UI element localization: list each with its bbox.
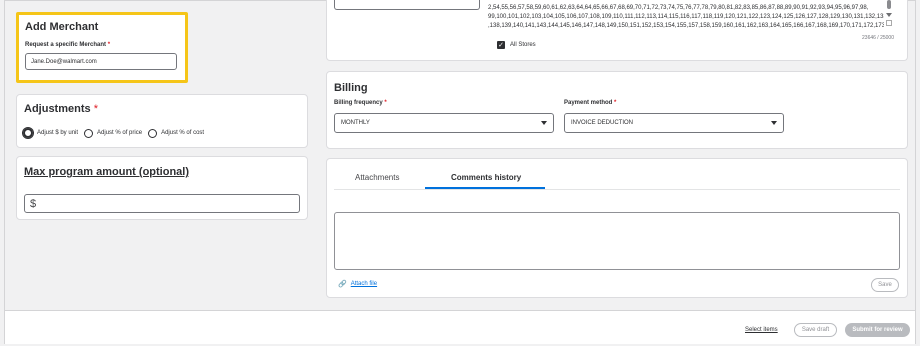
save-draft-button[interactable]: Save draft [794, 323, 837, 337]
add-merchant-card: Add Merchant Request a specific Merchant… [16, 12, 188, 83]
billing-title: Billing [334, 82, 368, 94]
footer-bar: Select items Save draft Submit for revie… [5, 310, 915, 344]
billing-frequency-select[interactable]: MONTHLY [334, 113, 554, 133]
radio-adjust-price[interactable]: Adjust % of price [84, 128, 142, 138]
radio-selected-icon [23, 128, 33, 138]
stores-input-partial[interactable] [334, 0, 480, 10]
radio-icon [148, 128, 158, 138]
submit-for-review-button[interactable]: Submit for review [845, 323, 910, 337]
radio-icon [84, 128, 94, 138]
max-program-amount-input[interactable]: $ [24, 194, 300, 213]
all-stores-checkbox[interactable]: ✓ All Stores [497, 41, 536, 49]
comment-textarea[interactable] [334, 212, 900, 270]
checkbox-checked-icon: ✓ [497, 41, 505, 49]
max-program-card: Max program amount (optional) $ [16, 156, 308, 220]
tab-bar: Attachments Comments history [334, 165, 900, 190]
comments-card: Attachments Comments history 🔗 Attach fi… [326, 158, 908, 298]
resize-handle-icon[interactable] [886, 20, 892, 26]
billing-card: Billing Billing frequency * MONTHLY Paym… [326, 71, 908, 149]
merchant-email-input[interactable]: Jane.Doe@walmart.com [25, 53, 177, 70]
max-program-title: Max program amount (optional) [24, 166, 189, 178]
stores-card: 2,54,55,56,57,58,59,60,61,62,63,64,64,65… [326, 0, 908, 61]
tab-comments-history[interactable]: Comments history [451, 173, 521, 182]
chevron-down-icon [541, 121, 547, 125]
radio-adjust-unit[interactable]: Adjust $ by unit [23, 128, 78, 138]
paperclip-icon: 🔗 [338, 280, 347, 288]
save-comment-button[interactable]: Save [871, 278, 899, 292]
attach-file-link[interactable]: 🔗 Attach file [338, 280, 377, 288]
adjustments-title: Adjustments * [24, 103, 98, 115]
merchant-field-label: Request a specific Merchant * [25, 42, 111, 48]
payment-method-select[interactable]: INVOICE DEDUCTION [564, 113, 784, 133]
store-list-textarea[interactable]: 2,54,55,56,57,58,59,60,61,62,63,64,64,65… [488, 4, 884, 31]
add-merchant-title: Add Merchant [25, 21, 99, 33]
tab-attachments[interactable]: Attachments [355, 173, 399, 182]
scrollbar-thumb[interactable] [887, 0, 891, 9]
radio-adjust-cost[interactable]: Adjust % of cost [148, 128, 204, 138]
textarea-scrollbar[interactable] [886, 0, 892, 30]
chevron-down-icon [771, 121, 777, 125]
payment-method-label: Payment method * [564, 100, 617, 106]
adjustments-card: Adjustments * Adjust $ by unit Adjust % … [16, 94, 308, 148]
adjustments-options: Adjust $ by unit Adjust % of price Adjus… [23, 128, 204, 138]
billing-frequency-label: Billing frequency * [334, 100, 387, 106]
active-tab-indicator [425, 187, 545, 189]
scroll-down-icon[interactable] [886, 13, 892, 17]
char-count: 23646 / 25000 [862, 35, 894, 41]
select-items-link[interactable]: Select items [745, 327, 778, 333]
